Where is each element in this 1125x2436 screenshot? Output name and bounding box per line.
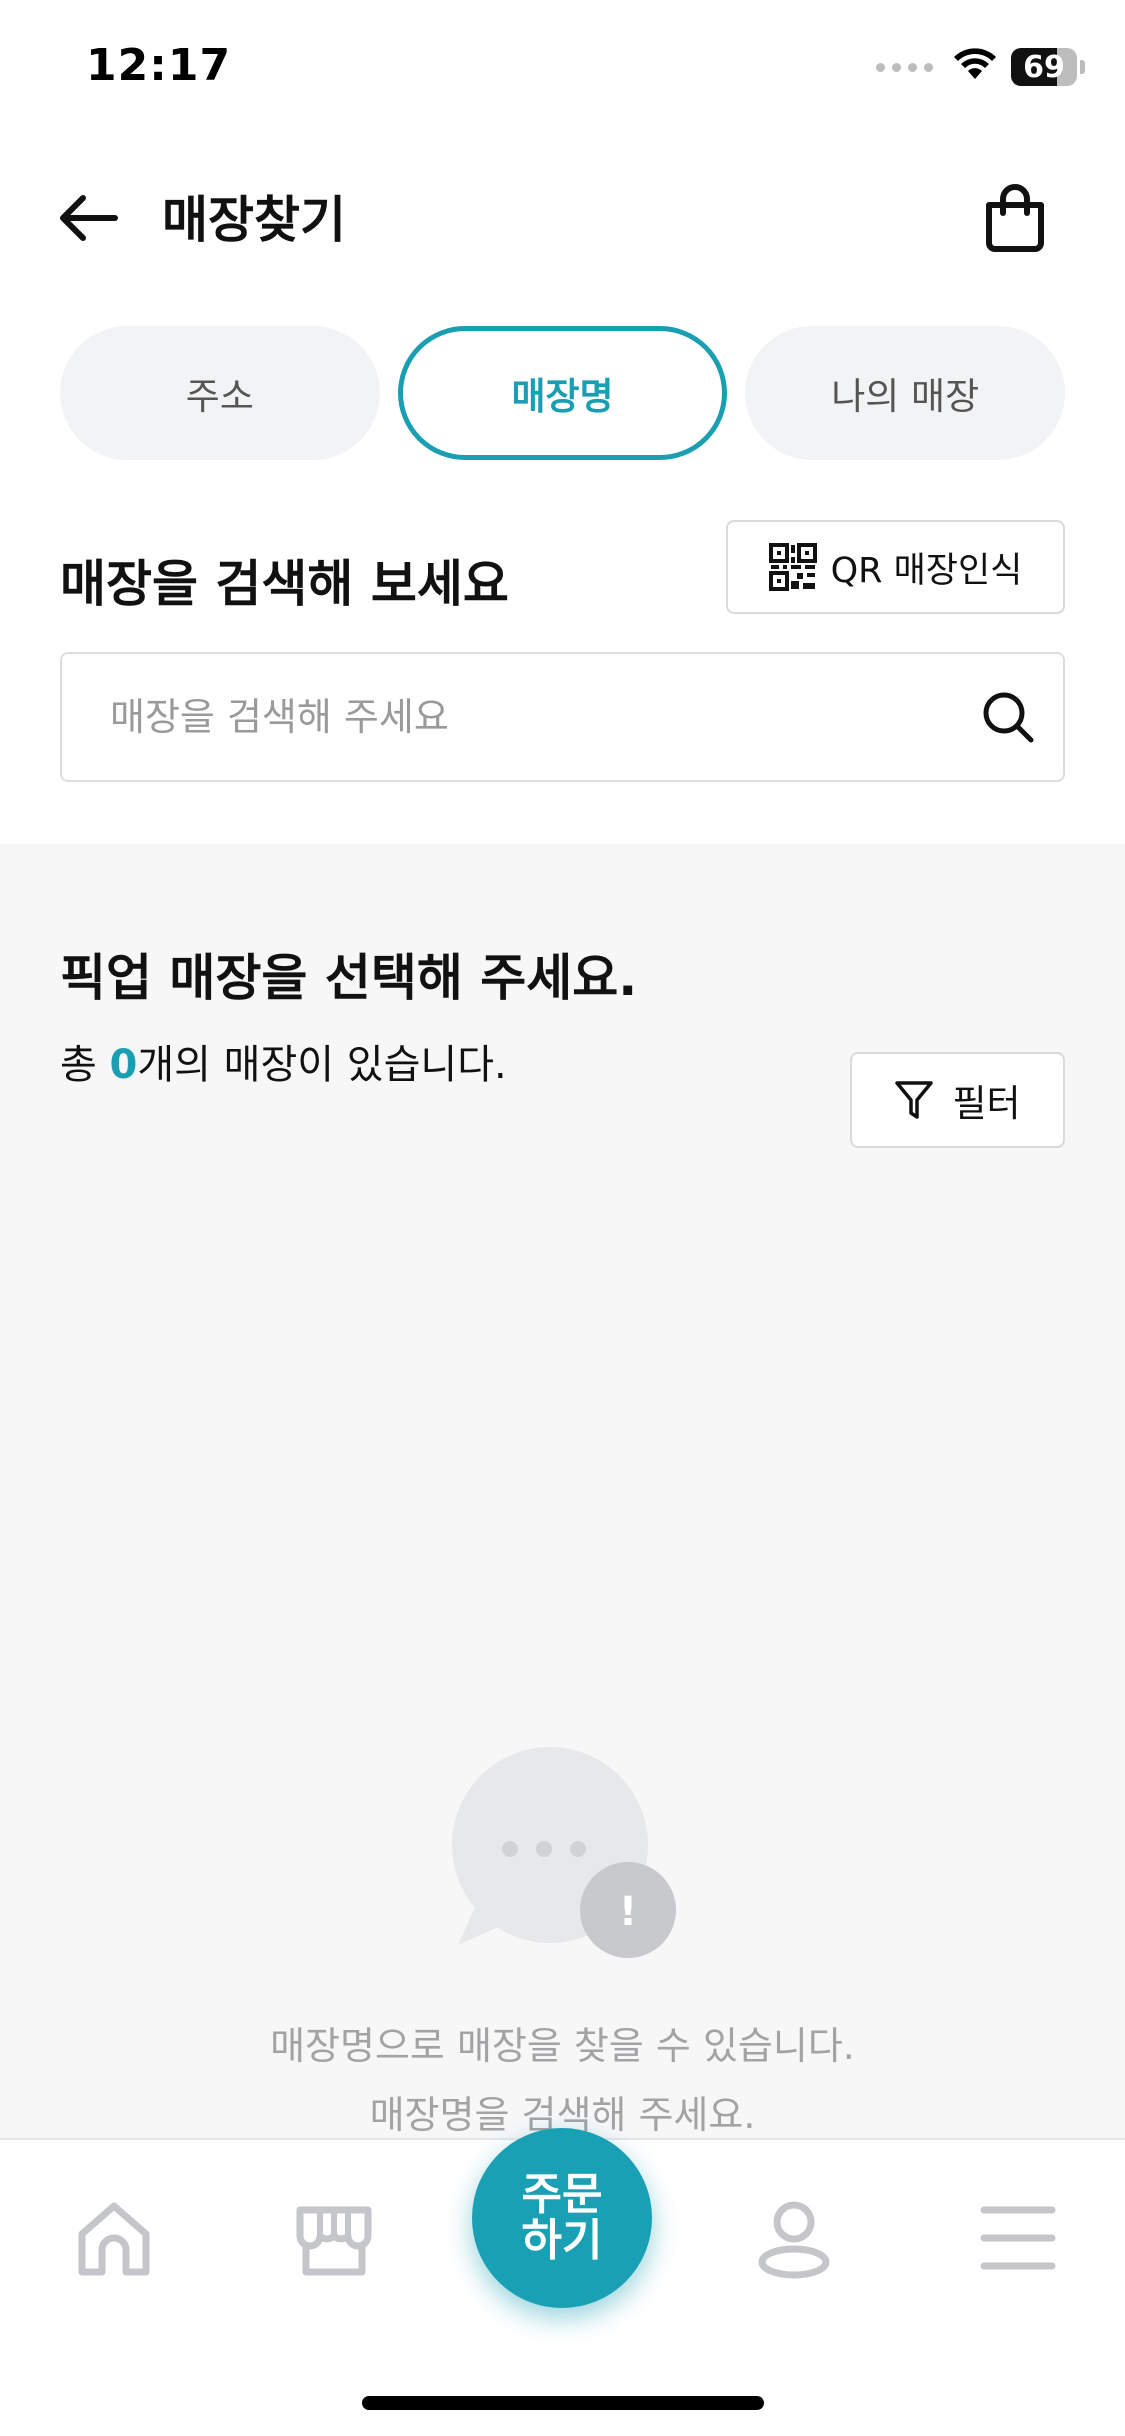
cellular-signal-icon bbox=[876, 62, 933, 72]
wifi-icon bbox=[953, 48, 997, 86]
profile-icon bbox=[758, 2201, 830, 2279]
cart-button[interactable] bbox=[977, 178, 1053, 258]
filter-button[interactable]: 필터 bbox=[850, 1052, 1065, 1148]
status-icons: 69 bbox=[876, 48, 1085, 86]
order-label-line2: 하기 bbox=[521, 2215, 603, 2266]
qr-store-scan-button[interactable]: QR 매장인식 bbox=[726, 520, 1065, 614]
tab-store-name[interactable]: 매장명 bbox=[397, 326, 728, 460]
home-icon bbox=[78, 2202, 150, 2276]
order-label-line1: 주문 bbox=[521, 2169, 603, 2220]
results-title: 픽업 매장을 선택해 주세요. bbox=[60, 949, 638, 1007]
store-count: 0 bbox=[109, 1042, 138, 1088]
nav-menu[interactable] bbox=[968, 2188, 1068, 2288]
status-time: 12:17 bbox=[86, 40, 232, 91]
search-heading: 매장을 검색해 보세요 bbox=[60, 555, 509, 613]
nav-home[interactable] bbox=[64, 2188, 164, 2288]
qr-button-label: QR 매장인식 bbox=[830, 550, 1023, 591]
count-prefix: 총 bbox=[60, 1042, 110, 1088]
filter-icon bbox=[895, 1081, 934, 1119]
app-header: 매장찾기 bbox=[0, 160, 1125, 270]
empty-message-line1: 매장명으로 매장을 찾을 수 있습니다. bbox=[270, 2024, 855, 2068]
store-icon bbox=[296, 2206, 372, 2276]
battery-tip bbox=[1080, 60, 1085, 74]
shopping-bag-icon bbox=[986, 184, 1044, 252]
search-icon bbox=[983, 692, 1034, 743]
menu-icon bbox=[980, 2206, 1056, 2270]
svg-text:!: ! bbox=[619, 1889, 637, 1935]
arrow-left-icon bbox=[60, 195, 118, 241]
filter-label: 필터 bbox=[952, 1082, 1021, 1125]
battery-level: 69 bbox=[1023, 49, 1065, 85]
order-button[interactable]: 주문 하기 bbox=[472, 2128, 652, 2308]
home-indicator bbox=[362, 2396, 764, 2410]
battery-icon: 69 bbox=[1011, 48, 1077, 86]
search-button[interactable] bbox=[977, 686, 1039, 748]
count-suffix: 개의 매장이 있습니다. bbox=[137, 1042, 507, 1088]
nav-profile[interactable] bbox=[744, 2188, 844, 2288]
back-button[interactable] bbox=[52, 182, 124, 254]
qr-code-icon bbox=[768, 543, 817, 591]
results-count: 총 0개의 매장이 있습니다. bbox=[60, 1032, 507, 1090]
empty-state-chat-icon: ! bbox=[440, 1745, 680, 1965]
status-bar: 12:17 69 bbox=[0, 0, 1125, 140]
nav-store[interactable] bbox=[284, 2188, 384, 2288]
tab-my-store[interactable]: 나의 매장 bbox=[745, 326, 1066, 460]
store-search-input[interactable] bbox=[110, 654, 970, 780]
search-mode-tabs: 주소 매장명 나의 매장 bbox=[60, 326, 1066, 460]
store-search-box bbox=[60, 652, 1065, 782]
page-title: 매장찾기 bbox=[162, 191, 346, 249]
tab-address[interactable]: 주소 bbox=[60, 326, 380, 460]
